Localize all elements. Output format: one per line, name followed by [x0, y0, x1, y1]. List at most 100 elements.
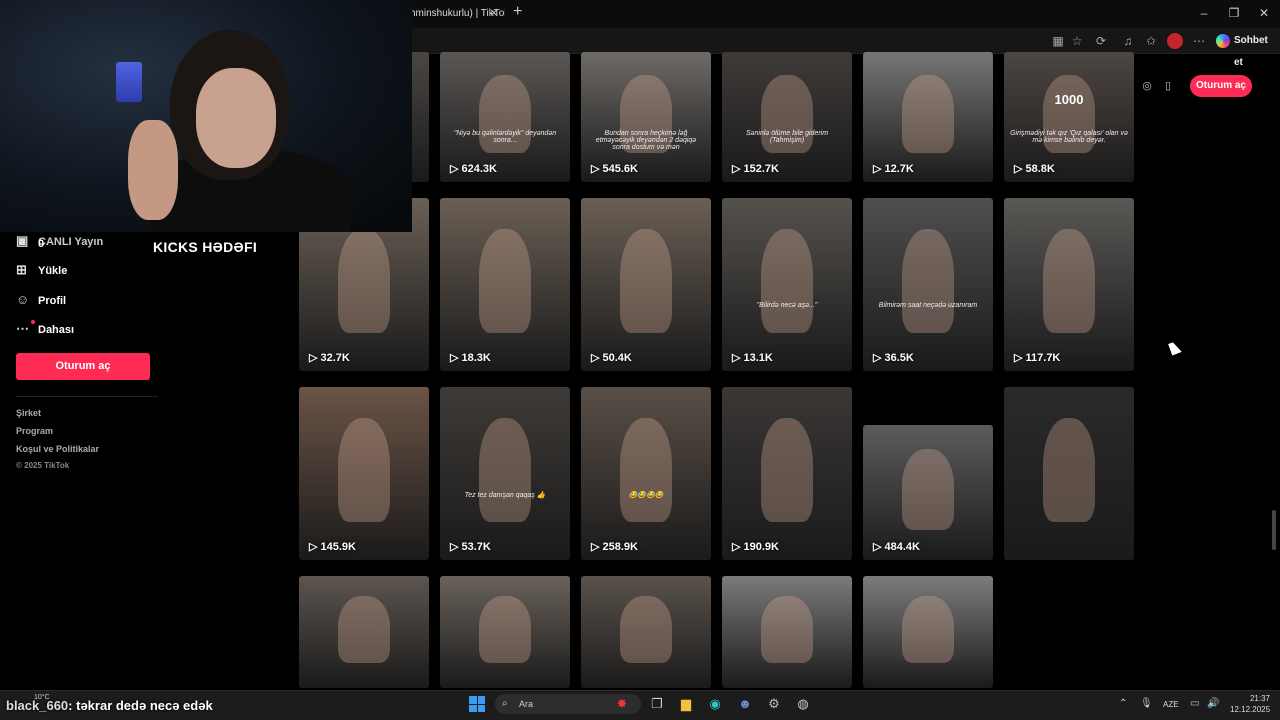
video-tile[interactable]: ▷ 117.7K: [1004, 198, 1134, 371]
play-icon: ▷: [873, 352, 885, 364]
sidebar-item-more[interactable]: ⋯ Dahası: [16, 319, 74, 339]
login-button-sidebar[interactable]: Oturum aç: [16, 353, 150, 380]
start-icon[interactable]: [469, 696, 485, 712]
favorites-icon[interactable]: ✩: [1143, 33, 1159, 49]
play-icon: ▷: [873, 541, 885, 553]
video-tile[interactable]: [722, 576, 852, 688]
live-badge: 0: [38, 238, 45, 250]
video-tile[interactable]: Bundan sonra heçkimə ləğ etməyəcəyik dey…: [581, 52, 711, 182]
tray-chevron-icon[interactable]: ⌃: [1119, 698, 1127, 709]
view-count: ▷ 545.6K: [591, 162, 638, 175]
video-tile[interactable]: ▷ 484.4K: [863, 425, 993, 560]
maximize-icon[interactable]: ❐: [1226, 6, 1242, 20]
play-icon: ▷: [309, 352, 321, 364]
video-tile[interactable]: ▷ 190.9K: [722, 387, 852, 560]
video-tile[interactable]: Tez tez danışan qaqaş 👍 ▷ 53.7K: [440, 387, 570, 560]
view-count-value: 58.8K: [1025, 163, 1055, 175]
sidebar-item-label: Dahası: [38, 324, 75, 336]
close-window-icon[interactable]: ✕: [1256, 6, 1272, 20]
profile-icon: ☺: [16, 292, 30, 307]
tab-close-icon[interactable]: ×: [490, 5, 498, 20]
upload-icon: ⊞: [16, 262, 27, 277]
volume-icon[interactable]: 🔊: [1207, 698, 1219, 709]
network-icon[interactable]: ▭: [1190, 698, 1199, 709]
webcam-overlay: [0, 0, 412, 232]
video-tile[interactable]: ▷ 12.7K: [863, 52, 993, 182]
microphone-icon[interactable]: 🎙: [1140, 698, 1153, 709]
video-caption: Bilmirəm saat neçədə uzanıram: [878, 301, 978, 309]
kicks-goal-overlay: KICKS HƏDƏFI: [153, 239, 258, 255]
video-thumbnail: [479, 418, 531, 522]
sidebar-item-upload[interactable]: ⊞ Yükle: [16, 260, 67, 280]
system-clock[interactable]: 21:37 12.12.2025: [1230, 693, 1270, 715]
video-tile[interactable]: ▷ 18.3K: [440, 198, 570, 371]
sidebar-item-label: Yükle: [38, 265, 68, 277]
video-tile[interactable]: "Niyə bu qəlinlərdəyik" deyəndən sonra..…: [440, 52, 570, 182]
footer-link-program[interactable]: Program: [16, 426, 53, 436]
view-count-value: 145.9K: [320, 541, 356, 553]
sidebar-item-profile[interactable]: ☺ Profil: [16, 290, 66, 310]
play-icon: ▷: [450, 352, 462, 364]
copilot-button[interactable]: Sohbet et: [1212, 30, 1280, 68]
login-button-header[interactable]: Oturum aç: [1190, 75, 1252, 97]
video-tile[interactable]: 😂😂😂😂 ▷ 258.9K: [581, 387, 711, 560]
view-count-value: 258.9K: [602, 541, 638, 553]
video-thumbnail: [902, 449, 954, 531]
device-icon[interactable]: ▯: [1160, 78, 1176, 94]
chat-username: black_660: [6, 698, 69, 713]
task-view-icon[interactable]: ❐: [647, 695, 667, 713]
sidebar-item-live[interactable]: ▣ CANLI Yayın: [16, 231, 103, 251]
view-count: ▷ 13.1K: [732, 351, 773, 364]
view-count-value: 13.1K: [743, 352, 773, 364]
play-icon: ▷: [732, 541, 744, 553]
video-tile[interactable]: Bilmirəm saat neçədə uzanıram ▷ 36.5K: [863, 198, 993, 371]
video-caption: Səninlə ölüme bile giderim (Tahmişim): [745, 130, 829, 144]
video-tile[interactable]: [863, 576, 993, 688]
view-count: ▷ 18.3K: [450, 351, 491, 364]
webcam-person-face: [196, 68, 276, 168]
video-caption: 😂😂😂😂: [628, 491, 664, 499]
video-tile[interactable]: [581, 576, 711, 688]
view-count-value: 117.7K: [1025, 352, 1061, 364]
video-tile[interactable]: [440, 576, 570, 688]
sidebar-item-label: Profil: [38, 295, 67, 307]
video-tile[interactable]: 1000 Girişmədiyi tək qız 'Qız qalası' ola…: [1004, 52, 1134, 182]
video-tile[interactable]: ▷ 145.9K: [299, 387, 429, 560]
view-count-value: 152.7K: [743, 163, 779, 175]
discord-icon[interactable]: ☻: [735, 695, 755, 713]
scrollbar[interactable]: [1272, 510, 1276, 550]
view-count: ▷ 36.5K: [873, 351, 914, 364]
video-tile[interactable]: ▷ 50.4K: [581, 198, 711, 371]
video-thumbnail: [338, 596, 390, 664]
edge-icon[interactable]: ◉: [705, 695, 725, 713]
video-thumbnail: [1043, 418, 1095, 522]
favorite-star-icon[interactable]: ☆: [1069, 33, 1085, 49]
live-icon: ▣: [16, 233, 29, 248]
chat-text: : təkrar dedə necə edək: [68, 698, 213, 713]
profile-avatar[interactable]: [1167, 33, 1183, 49]
new-tab-icon[interactable]: +: [513, 3, 522, 21]
reading-icon[interactable]: ♫: [1120, 33, 1136, 49]
play-icon: ▷: [591, 163, 603, 175]
steam-icon[interactable]: ⚙: [764, 695, 784, 713]
split-screen-icon[interactable]: ▦: [1050, 33, 1066, 49]
extensions-icon[interactable]: ⟳: [1093, 33, 1109, 49]
game-icon[interactable]: ✸: [612, 695, 632, 713]
notification-dot: [31, 320, 35, 324]
obs-icon[interactable]: ◍: [793, 695, 813, 713]
footer-link-company[interactable]: Şirket: [16, 408, 41, 418]
clock-time: 21:37: [1249, 694, 1270, 703]
video-tile[interactable]: "Bilirdə necə aşə..." ▷ 13.1K: [722, 198, 852, 371]
video-tile[interactable]: Səninlə ölüme bile giderim (Tahmişim) ▷ 1…: [722, 52, 852, 182]
video-overlay-number: 1000: [1054, 92, 1084, 107]
video-thumbnail: [1043, 229, 1095, 333]
video-tile[interactable]: [299, 576, 429, 688]
compass-icon[interactable]: ◎: [1139, 78, 1155, 94]
play-icon: ▷: [591, 541, 603, 553]
video-tile[interactable]: [1004, 387, 1134, 560]
footer-link-terms[interactable]: Koşul ve Politikalar: [16, 444, 99, 454]
minimize-icon[interactable]: –: [1196, 6, 1212, 20]
file-explorer-icon[interactable]: ▆: [676, 695, 696, 713]
keyboard-language[interactable]: AZE: [1163, 700, 1179, 709]
more-menu-icon[interactable]: ⋯: [1191, 33, 1207, 49]
